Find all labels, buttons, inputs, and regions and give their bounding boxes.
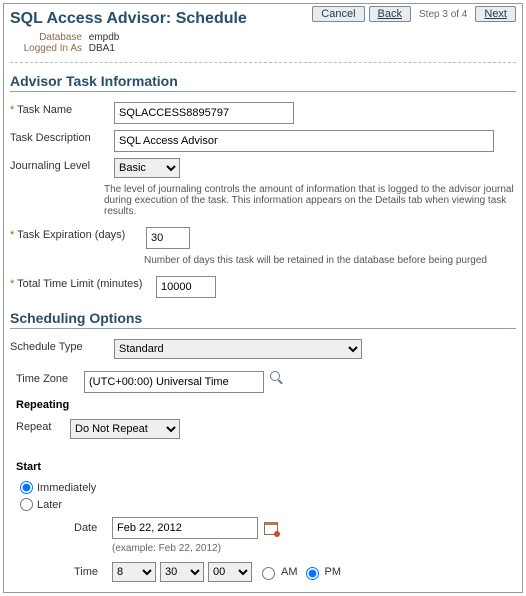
start-immediately-radio[interactable]	[20, 481, 33, 494]
date-input[interactable]	[112, 517, 258, 539]
schedule-type-select[interactable]: Standard	[114, 339, 362, 359]
expiration-hint: Number of days this task will be retaine…	[144, 255, 514, 266]
am-label: AM	[281, 566, 298, 578]
journal-hint: The level of journaling controls the amo…	[104, 184, 514, 217]
time-second-select[interactable]: 00	[208, 562, 252, 582]
task-name-input[interactable]	[114, 102, 294, 124]
time-hour-select[interactable]: 8	[112, 562, 156, 582]
next-button[interactable]: Next	[475, 6, 516, 22]
start-later-label: Later	[37, 499, 62, 511]
repeating-heading: Repeating	[16, 399, 516, 411]
date-label: Date	[74, 522, 112, 534]
database-value: empdb	[89, 32, 120, 43]
calendar-icon[interactable]	[264, 521, 278, 535]
time-label: Time	[74, 566, 112, 578]
schedule-type-label: Schedule Type	[10, 339, 114, 353]
database-label: Database	[10, 32, 86, 43]
timezone-input[interactable]	[84, 371, 264, 393]
journal-level-label: Journaling Level	[10, 158, 114, 172]
time-minute-select[interactable]: 30	[160, 562, 204, 582]
back-button[interactable]: Back	[369, 6, 411, 22]
am-radio[interactable]	[262, 567, 275, 580]
journal-level-select[interactable]: Basic	[114, 158, 180, 178]
task-desc-input[interactable]	[114, 130, 494, 152]
cancel-button[interactable]: Cancel	[312, 6, 364, 22]
search-icon[interactable]	[270, 371, 284, 385]
start-later-radio[interactable]	[20, 498, 33, 511]
start-immediately-label: Immediately	[37, 482, 96, 494]
start-heading: Start	[16, 461, 516, 473]
repeat-label: Repeat	[16, 419, 70, 433]
wizard-nav: Cancel Back Step 3 of 4 Next	[312, 6, 516, 22]
expiration-input[interactable]	[146, 227, 190, 249]
pm-label: PM	[325, 566, 342, 578]
timezone-label: Time Zone	[16, 371, 84, 385]
pm-radio[interactable]	[306, 567, 319, 580]
separator	[10, 62, 516, 63]
page-title: SQL Access Advisor: Schedule	[10, 10, 247, 28]
db-info: Database empdb Logged In As DBA1	[10, 32, 247, 54]
loggedin-label: Logged In As	[10, 43, 86, 54]
task-desc-label: Task Description	[10, 130, 114, 144]
date-example: (example: Feb 22, 2012)	[112, 543, 522, 554]
section-advisor-task: Advisor Task Information	[10, 73, 516, 92]
expiration-label: Task Expiration (days)	[10, 227, 146, 241]
repeat-select[interactable]: Do Not Repeat	[70, 419, 180, 439]
step-indicator: Step 3 of 4	[415, 9, 471, 20]
task-name-label: Task Name	[10, 102, 114, 116]
section-scheduling: Scheduling Options	[10, 310, 516, 329]
timelimit-input[interactable]	[156, 276, 216, 298]
timelimit-label: Total Time Limit (minutes)	[10, 276, 156, 290]
loggedin-value: DBA1	[89, 43, 115, 54]
